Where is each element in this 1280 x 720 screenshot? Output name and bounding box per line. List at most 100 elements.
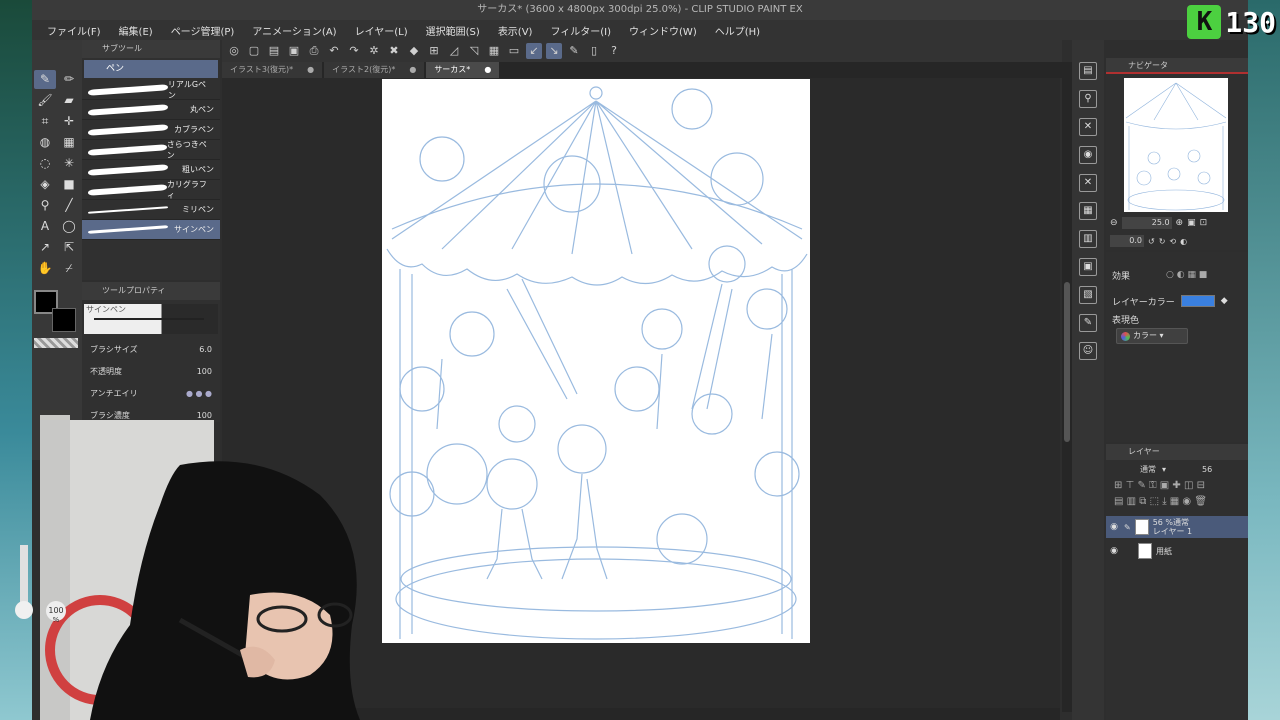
print-icon[interactable]: ⎙ [306, 43, 322, 59]
stream-counter: 130 [1225, 5, 1276, 39]
tab-circus[interactable]: サーカス* ● [426, 62, 500, 78]
tab-close-icon[interactable]: ● [409, 62, 416, 78]
save-icon[interactable]: ▣ [286, 43, 302, 59]
color-mode-icon [1121, 332, 1130, 341]
balloon-tool-icon[interactable]: ◯ [58, 217, 80, 236]
menu-animation[interactable]: アニメーション(A) [243, 23, 345, 38]
redo-icon[interactable]: ↷ [346, 43, 362, 59]
expression-color-select[interactable]: カラー ▾ [1116, 328, 1188, 344]
visibility-eye-icon[interactable]: ◉ [1108, 522, 1120, 532]
layer-opacity-value[interactable]: 56 [1202, 465, 1212, 474]
vertical-scrollbar[interactable] [1062, 62, 1072, 712]
close-panel-icon-2[interactable]: ✕ [1079, 174, 1097, 192]
clip-studio-icon[interactable]: ◎ [226, 43, 242, 59]
pen-tool-icon[interactable]: ✎ [34, 70, 56, 89]
edit-icon[interactable]: ✎ [1079, 314, 1097, 332]
transform-icon[interactable]: ⊞ [426, 43, 442, 59]
menu-layer[interactable]: レイヤー(L) [346, 23, 417, 38]
blend-tool-icon[interactable]: ⌗ [34, 112, 56, 131]
sub-color-swatch[interactable] [52, 308, 76, 332]
magic-wand-icon[interactable]: ✳ [58, 154, 80, 173]
brush-real-g-pen[interactable]: リアルGペン [82, 80, 220, 100]
frame-tool-icon[interactable]: ▦ [58, 133, 80, 152]
snap-grid-icon[interactable]: ▦ [486, 43, 502, 59]
menu-page[interactable]: ページ管理(P) [162, 23, 244, 38]
brush-milli-pen[interactable]: ミリペン [82, 200, 220, 220]
fill-tool-icon[interactable]: ◍ [34, 133, 56, 152]
open-icon[interactable]: ▤ [266, 43, 282, 59]
menu-help[interactable]: ヘルプ(H) [706, 23, 769, 38]
image-icon[interactable]: ▣ [1079, 258, 1097, 276]
layer-row-paper[interactable]: ◉ 用紙 [1106, 540, 1248, 562]
visibility-eye-icon-2[interactable]: ◉ [1108, 546, 1120, 556]
object-tool-icon[interactable]: ⇱ [58, 238, 80, 257]
layer-color-swatch[interactable] [1180, 295, 1215, 307]
menu-file[interactable]: ファイル(F) [38, 23, 110, 38]
brush-kabura-pen[interactable]: カブラペン [82, 120, 220, 140]
navigator-rotation[interactable]: 0.0 ↺ ↻ ⟲ ◐ [1110, 234, 1244, 248]
layer-color-row[interactable]: レイヤーカラー ◆ [1106, 292, 1248, 310]
loading-icon[interactable]: ✲ [366, 43, 382, 59]
person-icon[interactable]: ☺ [1079, 342, 1097, 360]
menu-selection[interactable]: 選択範囲(S) [417, 23, 489, 38]
device-icon[interactable]: ▯ [586, 43, 602, 59]
help-icon[interactable]: ? [606, 43, 622, 59]
blend-mode-select[interactable]: 通常 [1140, 464, 1156, 475]
eyedropper-tool-icon[interactable]: ⌿ [58, 259, 80, 278]
transparent-color-swatch[interactable] [34, 338, 78, 348]
line-tool-icon[interactable]: ╱ [58, 196, 80, 215]
close-panel-icon[interactable]: ✕ [1079, 118, 1097, 136]
tab-illust2[interactable]: イラスト2(復元)* ● [324, 62, 425, 78]
brush-tool-icon[interactable]: 🖌 [34, 91, 56, 110]
stabilization-icon[interactable]: ↙ [526, 43, 542, 59]
subtool-group-pen[interactable]: ペン [84, 60, 218, 78]
snap-ruler-icon[interactable]: ◿ [446, 43, 462, 59]
grid-icon[interactable]: ▦ [1079, 202, 1097, 220]
search-icon[interactable]: ⚲ [1079, 90, 1097, 108]
lasso-tool-icon[interactable]: ◌ [34, 154, 56, 173]
brush-size-row[interactable]: ブラシサイズ 6.0 [82, 338, 220, 360]
brush-arai-pen[interactable]: 粗いペン [82, 160, 220, 180]
layer-tools-icons[interactable]: ⊞ ⊤ ✎ ⚿ ▣ ✚ ◫ ⊟ ▤ ▥ ⧉ ⬚ ⤓ ▦ ◉ 🗑 [1106, 478, 1248, 514]
deselect-icon[interactable]: ▭ [506, 43, 522, 59]
menu-view[interactable]: 表示(V) [489, 23, 542, 38]
menu-filter[interactable]: フィルター(I) [541, 23, 620, 38]
folder-icon[interactable]: ▧ [1079, 286, 1097, 304]
drawing-canvas[interactable] [382, 79, 810, 643]
opacity-row[interactable]: 不透明度 100 [82, 360, 220, 382]
layer-row-1[interactable]: ◉ ✎ 56 %通常 レイヤー 1 [1106, 516, 1248, 538]
bucket-tool-icon[interactable]: ◈ [34, 175, 56, 194]
hand-tool-icon[interactable]: ✋ [34, 259, 56, 278]
undo-icon[interactable]: ↶ [326, 43, 342, 59]
gradient-tool-icon[interactable]: ■ [58, 175, 80, 194]
navigator-thumbnail[interactable] [1124, 78, 1228, 212]
tab-close-icon[interactable]: ● [484, 62, 491, 78]
navigator-zoom[interactable]: ⊖ 25.0 ⊕ ▣ ⊡ [1110, 216, 1244, 230]
pencil-tool-icon[interactable]: ✏ [58, 70, 80, 89]
brush-sign-pen[interactable]: サインペン [82, 220, 220, 240]
vector-tool-icon[interactable]: ↗ [34, 238, 56, 257]
camera-icon[interactable]: ◉ [1079, 146, 1097, 164]
vertical-scrollbar-thumb[interactable] [1064, 282, 1070, 442]
history-icon[interactable]: ▥ [1079, 230, 1097, 248]
text-tool-icon[interactable]: A [34, 217, 56, 236]
zoom-tool-icon[interactable]: ⚲ [34, 196, 56, 215]
new-file-icon[interactable]: ▢ [246, 43, 262, 59]
brush-maru-pen[interactable]: 丸ペン [82, 100, 220, 120]
pressure-icon[interactable]: ↘ [546, 43, 562, 59]
antialias-row[interactable]: アンチエイリ ● ● ● [82, 382, 220, 404]
fill-icon[interactable]: ◆ [406, 43, 422, 59]
material-icon[interactable]: ▤ [1079, 62, 1097, 80]
brush-saratsuki-pen[interactable]: さらつきペン [82, 140, 220, 160]
clear-icon[interactable]: ✖ [386, 43, 402, 59]
reset-rotation-icon: ⟲ [1169, 236, 1177, 246]
tab-illust3[interactable]: イラスト3(復元)* ● [222, 62, 323, 78]
snap-special-ruler-icon[interactable]: ◹ [466, 43, 482, 59]
brush-calligraphy[interactable]: カリグラフィ [82, 180, 220, 200]
tab-close-icon[interactable]: ● [307, 62, 314, 78]
menu-window[interactable]: ウィンドウ(W) [620, 23, 706, 38]
eraser-tool-icon[interactable]: ▰ [58, 91, 80, 110]
menu-edit[interactable]: 編集(E) [110, 23, 162, 38]
pen-setting-icon[interactable]: ✎ [566, 43, 582, 59]
move-tool-icon[interactable]: ✛ [58, 112, 80, 131]
